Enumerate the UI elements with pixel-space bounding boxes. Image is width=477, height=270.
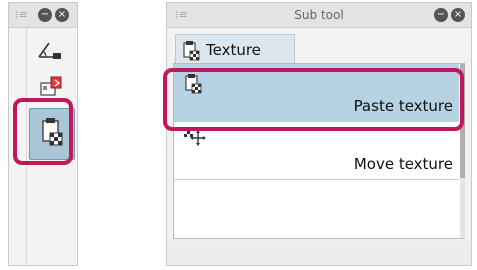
ruler-tool-button[interactable] [31, 35, 69, 65]
frame-tool-button[interactable] [31, 71, 69, 101]
ruler-tool-icon [38, 42, 61, 59]
minimize-icon[interactable]: − [38, 8, 52, 22]
frame-tool-icon [40, 76, 62, 96]
sub-tool-panel: ⁝≡ Sub tool − × Texture Paste texture Mo… [166, 2, 472, 266]
row-divider [174, 179, 459, 180]
tool-palette-header: ⁝≡ − × [9, 3, 77, 28]
panel-title: Sub tool [294, 8, 344, 22]
tab-label: Texture [206, 41, 261, 59]
paste-texture-highlight [163, 68, 464, 131]
sub-tool-header: ⁝≡ Sub tool − × [167, 3, 471, 28]
texture-tool-highlight [13, 98, 73, 165]
sub-tool-item-label: Move texture [353, 155, 453, 173]
tab-texture[interactable]: Texture [175, 34, 295, 64]
minimize-icon[interactable]: − [434, 8, 448, 22]
close-icon[interactable]: × [55, 8, 69, 22]
close-icon[interactable]: × [451, 8, 465, 22]
panel-footer [167, 241, 471, 265]
texture-icon [183, 41, 200, 61]
grip-icon[interactable]: ⁝≡ [15, 3, 28, 27]
